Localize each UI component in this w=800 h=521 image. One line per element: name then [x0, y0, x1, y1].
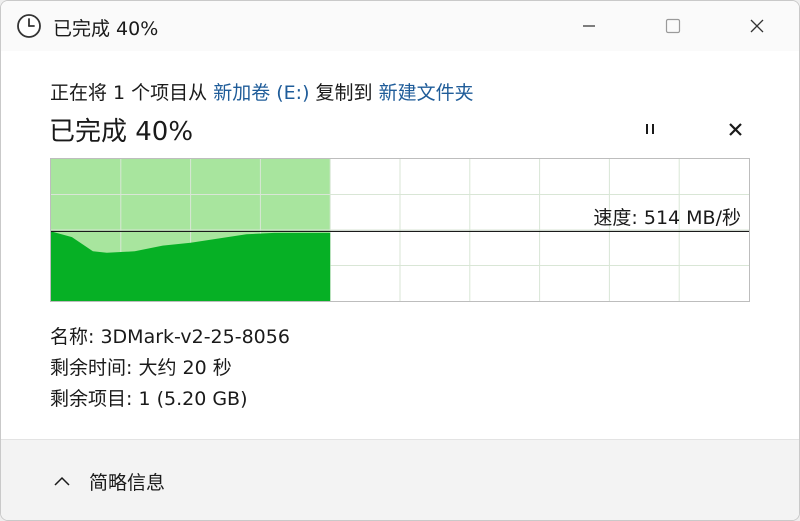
- fewer-details-button[interactable]: 简略信息: [53, 466, 165, 496]
- name-value: 3DMark-v2-25-8056: [100, 326, 290, 348]
- maximize-button[interactable]: [643, 1, 703, 51]
- cancel-button[interactable]: [720, 116, 750, 142]
- minimize-button[interactable]: [559, 1, 619, 51]
- progress-heading: 已完成 40%: [49, 117, 194, 147]
- speed-graph-canvas: [51, 159, 749, 301]
- window-title: 已完成 40%: [53, 18, 159, 40]
- time-remaining-value: 大约 20 秒: [138, 357, 232, 379]
- source-link[interactable]: 新加卷 (E:): [213, 82, 309, 104]
- status-middle: 复制到: [309, 82, 379, 104]
- minimize-icon: [583, 25, 595, 27]
- detail-name: 名称: 3DMark-v2-25-8056: [50, 322, 290, 353]
- name-label: 名称:: [50, 326, 95, 348]
- close-button[interactable]: [727, 1, 787, 51]
- status-prefix: 正在将 1 个项目从: [50, 82, 214, 104]
- pause-icon: [646, 124, 654, 134]
- maximize-icon: [665, 18, 681, 34]
- clock-icon: [17, 14, 41, 38]
- copy-dialog: 已完成 40% 正在将 1 个项目从 新加卷 (E:) 复制到 新建文件夹 已完…: [0, 0, 800, 521]
- close-icon: [750, 19, 764, 33]
- fewer-details-label: 简略信息: [89, 471, 166, 494]
- items-remaining-label: 剩余项目:: [50, 388, 133, 410]
- destination-link[interactable]: 新建文件夹: [379, 82, 474, 104]
- speed-graph: 速度: 514 MB/秒: [50, 158, 750, 302]
- pause-button[interactable]: [635, 116, 665, 142]
- cancel-icon: [728, 122, 742, 136]
- detail-time-remaining: 剩余时间: 大约 20 秒: [50, 353, 290, 384]
- detail-items-remaining: 剩余项目: 1 (5.20 GB): [50, 384, 290, 415]
- items-remaining-value: 1 (5.20 GB): [138, 388, 248, 410]
- time-remaining-label: 剩余时间:: [50, 357, 133, 379]
- chevron-up-icon: [54, 476, 70, 486]
- title-bar[interactable]: 已完成 40%: [1, 1, 799, 51]
- details-panel: 名称: 3DMark-v2-25-8056 剩余时间: 大约 20 秒 剩余项目…: [50, 322, 290, 415]
- copy-status-text: 正在将 1 个项目从 新加卷 (E:) 复制到 新建文件夹: [50, 78, 474, 105]
- dialog-footer: 简略信息: [1, 439, 799, 520]
- speed-label: 速度: 514 MB/秒: [593, 207, 741, 229]
